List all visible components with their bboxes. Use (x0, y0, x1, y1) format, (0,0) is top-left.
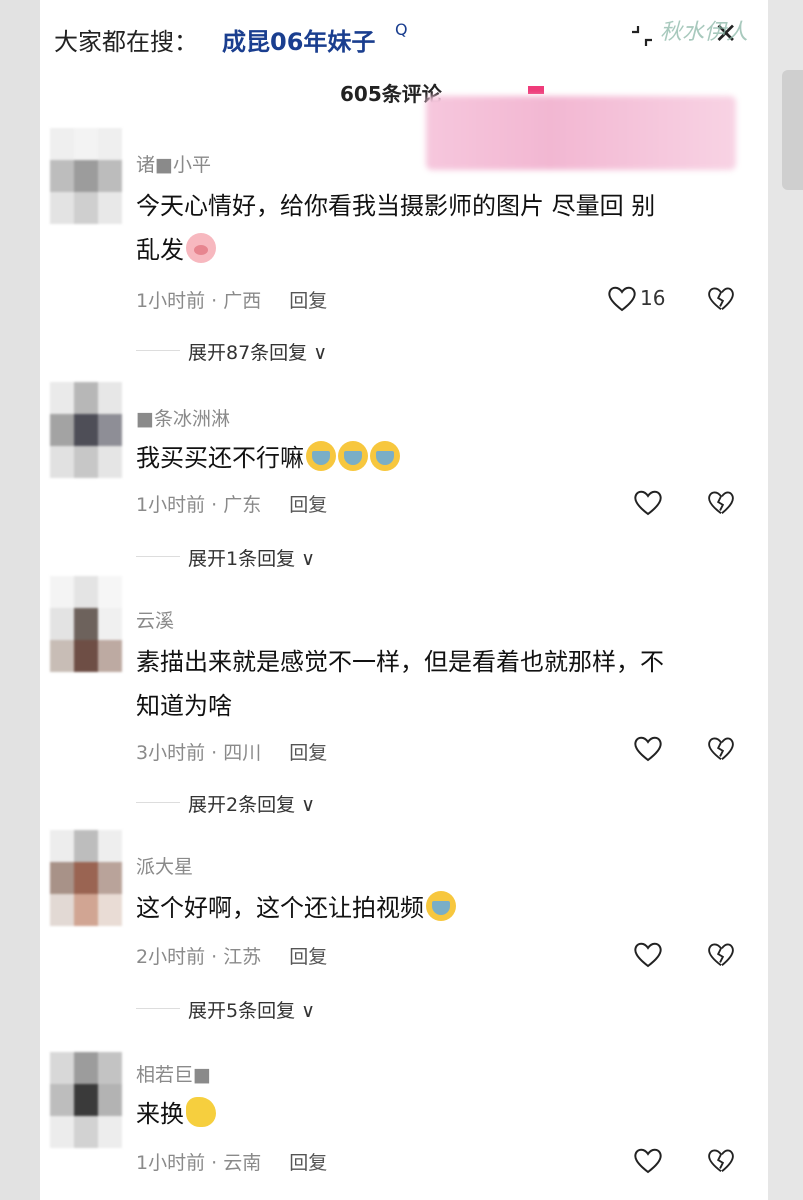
heart-icon[interactable] (606, 284, 638, 312)
comment-text-line: 我买买还不行嘛 (136, 444, 304, 472)
comment-text-line: 乱发 (136, 228, 746, 272)
divider (136, 802, 180, 803)
comment-text: 素描出来就是感觉不一样，但是看着也就那样，不 知道为啥 (136, 640, 746, 728)
comment-text-line: 素描出来就是感觉不一样，但是看着也就那样，不 (136, 648, 664, 676)
expand-replies-button[interactable]: 展开2条回复 ∨ (188, 790, 315, 817)
broken-heart-icon[interactable] (706, 1146, 736, 1174)
comment-time: 1小时前 (136, 1152, 206, 1174)
comment-location: 四川 (223, 742, 262, 764)
comment-time: 1小时前 (136, 290, 206, 312)
comment-text: 这个好啊，这个还让拍视频 (136, 886, 746, 930)
avatar[interactable] (50, 128, 122, 224)
avatar[interactable] (50, 830, 122, 926)
expand-replies-button[interactable]: 展开1条回复 ∨ (188, 544, 315, 571)
comment-text-line: 知道为啥 (136, 692, 232, 720)
search-q-icon[interactable]: Q (395, 20, 408, 39)
broken-heart-icon[interactable] (706, 940, 736, 968)
username[interactable]: ■条冰洲淋 (136, 404, 230, 431)
waving-hand-emoji-icon (186, 1097, 216, 1127)
comment-text-line: 来换 (136, 1100, 184, 1128)
reply-button[interactable]: 回复 (289, 1152, 327, 1174)
blurred-overlay (426, 96, 736, 170)
divider (136, 556, 180, 557)
heart-icon[interactable] (632, 488, 664, 516)
comment-text: 今天心情好，给你看我当摄影师的图片 尽量回 别 乱发 (136, 184, 746, 272)
comment-text-line: 乱发 (136, 236, 184, 264)
reply-button[interactable]: 回复 (289, 494, 327, 516)
pig-emoji-icon (186, 233, 216, 263)
comment-panel: 大家都在搜： 成昆06年妹子 Q ✕ 秋水伊人 605条评论 诸■小平 今天心情… (40, 0, 768, 1200)
heart-icon[interactable] (632, 940, 664, 968)
divider (136, 350, 180, 351)
comment-location: 云南 (223, 1152, 262, 1174)
comment-time: 1小时前 (136, 494, 206, 516)
username[interactable]: 相若巨■ (136, 1060, 211, 1087)
like-count: 16 (640, 286, 666, 310)
avatar[interactable] (50, 382, 122, 478)
avatar[interactable] (50, 576, 122, 672)
heart-icon[interactable] (632, 1146, 664, 1174)
search-term-link[interactable]: 成昆06年妹子 (222, 22, 375, 57)
comment-meta: 1小时前 · 广东 回复 (136, 494, 328, 516)
comment-meta: 3小时前 · 四川 回复 (136, 742, 328, 764)
broken-heart-icon[interactable] (706, 488, 736, 516)
comment-time: 2小时前 (136, 946, 206, 968)
broken-heart-icon[interactable] (706, 284, 736, 312)
pink-accent (528, 86, 544, 94)
reply-button[interactable]: 回复 (289, 290, 327, 312)
reply-button[interactable]: 回复 (289, 946, 327, 968)
divider (136, 1008, 180, 1009)
comment-meta: 2小时前 · 江苏 回复 (136, 946, 328, 968)
expand-replies-button[interactable]: 展开87条回复 ∨ (188, 338, 327, 365)
comment-text: 我买买还不行嘛 (136, 436, 746, 480)
username[interactable]: 诸■小平 (136, 150, 211, 177)
crying-emoji-icon (426, 891, 456, 921)
search-bar[interactable]: 大家都在搜： 成昆06年妹子 Q ✕ (40, 0, 768, 72)
comment-time: 3小时前 (136, 742, 206, 764)
comment-text-line: 今天心情好，给你看我当摄影师的图片 尽量回 别 (136, 192, 656, 220)
expand-icon[interactable] (630, 24, 654, 48)
comment-location: 江苏 (223, 946, 262, 968)
right-margin (768, 0, 803, 1200)
reply-button[interactable]: 回复 (289, 742, 327, 764)
username[interactable]: 云溪 (136, 606, 174, 633)
comment-meta: 1小时前 · 云南 回复 (136, 1152, 328, 1174)
watermark-logo: 秋水伊人 (660, 20, 749, 45)
comment-text-line: 这个好啊，这个还让拍视频 (136, 894, 424, 922)
comment-location: 广西 (223, 290, 262, 312)
crying-emoji-icon (370, 441, 400, 471)
heart-icon[interactable] (632, 734, 664, 762)
comment-meta: 1小时前 · 广西 回复 (136, 290, 328, 312)
crying-emoji-icon (306, 441, 336, 471)
broken-heart-icon[interactable] (706, 734, 736, 762)
username[interactable]: 派大星 (136, 852, 193, 879)
side-notch (782, 70, 803, 190)
comment-location: 广东 (223, 494, 262, 516)
crying-emoji-icon (338, 441, 368, 471)
left-margin (0, 0, 40, 1200)
expand-replies-button[interactable]: 展开5条回复 ∨ (188, 996, 315, 1023)
comment-text: 来换 (136, 1092, 746, 1136)
search-prefix: 大家都在搜： (54, 28, 198, 56)
avatar[interactable] (50, 1052, 122, 1148)
